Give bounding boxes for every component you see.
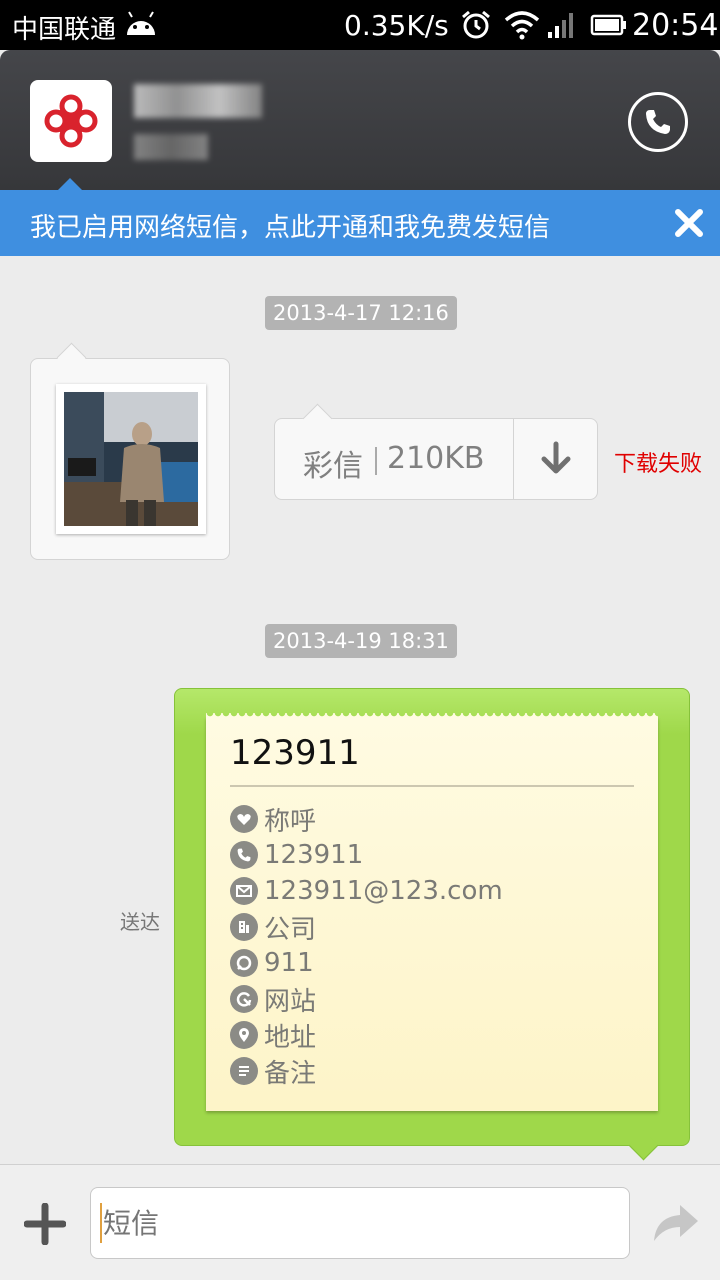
building-icon — [230, 913, 258, 941]
download-arrow-icon — [541, 441, 571, 474]
china-unicom-logo-icon — [44, 94, 98, 148]
globe-icon — [230, 985, 258, 1013]
chat-icon — [230, 949, 258, 977]
contact-avatar[interactable] — [30, 80, 112, 162]
mms-message-bubble[interactable]: 彩信 210KB — [274, 418, 598, 500]
mms-size: 210KB — [387, 441, 485, 476]
download-failed-status: 下载失败 — [614, 452, 703, 477]
composer-bar — [0, 1164, 720, 1280]
signal-icon — [548, 13, 573, 38]
image-message-bubble[interactable] — [30, 358, 230, 560]
header-pointer — [58, 178, 82, 190]
vcard-name: 123911 — [230, 733, 360, 773]
vcard-row-address: 地址 — [230, 1019, 316, 1053]
download-button[interactable] — [514, 419, 598, 499]
vcard-row-website: 网站 — [230, 983, 316, 1017]
vcard-divider — [230, 785, 634, 787]
call-button[interactable] — [628, 92, 688, 152]
mms-type-label: 彩信 — [303, 449, 363, 484]
mms-separator — [375, 447, 377, 475]
heart-icon — [230, 805, 258, 833]
conversation-header — [0, 50, 720, 190]
message-timestamp: 2013-4-17 12:16 — [265, 296, 457, 330]
delivery-status: 送达 — [120, 910, 160, 934]
location-icon — [230, 1021, 258, 1049]
status-bar: 中国联通 0.35K/s 20:54 — [0, 0, 720, 50]
carrier-name: 中国联通 — [12, 15, 117, 45]
photo-thumbnail[interactable] — [56, 384, 206, 534]
vcard-row-email: 123911@123.com — [230, 875, 503, 907]
card-serration — [206, 713, 658, 721]
mail-icon — [230, 877, 258, 905]
contact-number-blurred — [134, 134, 208, 160]
wifi-icon — [504, 11, 540, 40]
contact-name-blurred — [134, 84, 262, 118]
vcard[interactable]: 123911 称呼 123911 123911@123.com 公司 911 网… — [206, 713, 658, 1111]
phone-icon — [646, 110, 670, 134]
phone-icon — [230, 841, 258, 869]
text-caret — [100, 1203, 102, 1243]
photo-image — [64, 392, 198, 526]
android-icon — [127, 11, 155, 35]
vcard-row-phone: 123911 — [230, 839, 363, 871]
send-button[interactable] — [652, 1201, 700, 1245]
vcard-row-nickname: 称呼 — [230, 803, 316, 837]
clock: 20:54 — [632, 8, 719, 43]
battery-icon — [590, 14, 626, 36]
vcard-row-im: 911 — [230, 947, 314, 979]
note-icon — [230, 1057, 258, 1085]
vcard-row-company: 公司 — [230, 911, 316, 945]
add-attachment-button[interactable] — [24, 1203, 66, 1245]
network-speed: 0.35K/s — [344, 9, 449, 42]
message-timestamp: 2013-4-19 18:31 — [265, 624, 457, 658]
close-icon[interactable] — [672, 206, 706, 240]
network-sms-banner[interactable]: 我已启用网络短信，点此开通和我免费发短信 — [0, 190, 720, 256]
vcard-message-bubble[interactable]: 123911 称呼 123911 123911@123.com 公司 911 网… — [174, 688, 690, 1146]
vcard-row-note: 备注 — [230, 1055, 316, 1089]
banner-text: 我已启用网络短信，点此开通和我免费发短信 — [30, 213, 551, 243]
alarm-icon — [462, 10, 490, 39]
message-input[interactable] — [90, 1187, 630, 1259]
